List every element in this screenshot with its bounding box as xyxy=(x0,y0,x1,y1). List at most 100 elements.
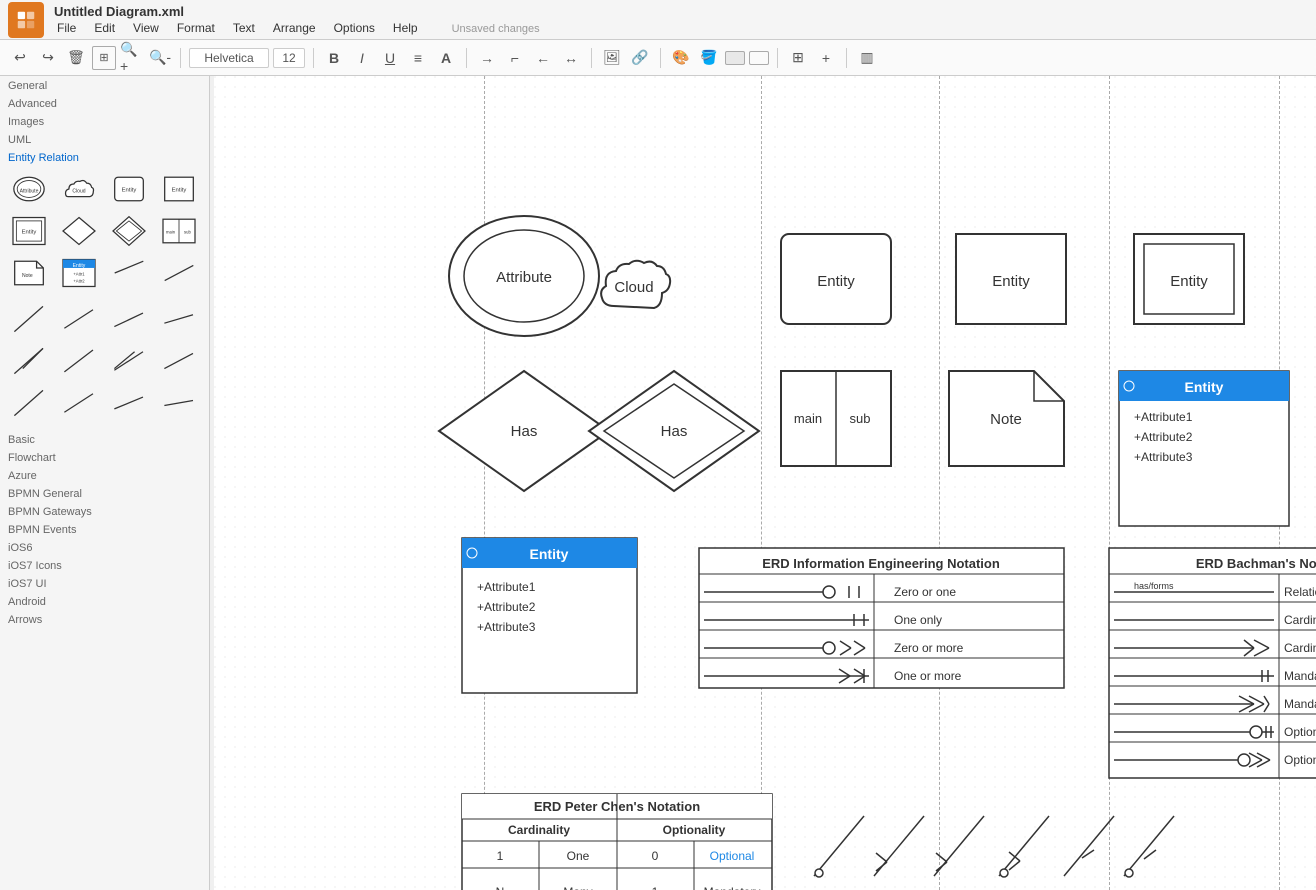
svg-text:Entity: Entity xyxy=(992,273,1030,290)
menu-file[interactable]: File xyxy=(54,20,79,36)
shape-diag-line2[interactable] xyxy=(58,300,100,338)
shape-diag-line8[interactable] xyxy=(158,342,200,380)
sep6 xyxy=(777,48,778,68)
arrow-right-button[interactable]: → xyxy=(475,46,499,70)
bold-button[interactable]: B xyxy=(322,46,346,70)
title-area: Untitled Diagram.xml File Edit View Form… xyxy=(54,4,543,36)
svg-text:Has: Has xyxy=(661,423,688,440)
sidebar-advanced-title[interactable]: Advanced xyxy=(0,94,209,112)
shape-entity-blue[interactable]: Entity +Attr1 +Attr2 xyxy=(58,254,100,292)
canvas[interactable]: Attribute Cloud Entity Entity Entity Has xyxy=(214,76,1316,890)
elbow-button[interactable]: ⌐ xyxy=(503,46,527,70)
shape-diag-line1[interactable] xyxy=(8,300,50,338)
shape-diag-line12[interactable] xyxy=(158,384,200,422)
svg-text:ERD Information Engineering No: ERD Information Engineering Notation xyxy=(762,556,1000,571)
menu-help[interactable]: Help xyxy=(390,20,421,36)
menu-text[interactable]: Text xyxy=(230,20,258,36)
shape-diag-line4[interactable] xyxy=(158,300,200,338)
svg-text:Entity: Entity xyxy=(172,188,187,194)
shape-diamond[interactable] xyxy=(58,212,100,250)
sidebar-images-title[interactable]: Images xyxy=(0,112,209,130)
shape-line[interactable] xyxy=(108,254,150,292)
image-button[interactable]: 🖼 xyxy=(600,46,624,70)
sidebar-flowchart-title[interactable]: Flowchart xyxy=(0,448,209,466)
grid-button[interactable]: ⊞ xyxy=(786,46,810,70)
zoom-in-button[interactable]: 🔍+ xyxy=(120,46,144,70)
sep7 xyxy=(846,48,847,68)
shape-diag-line10[interactable] xyxy=(58,384,100,422)
svg-text:Mandatory, Many: Mandatory, Many xyxy=(1284,697,1316,711)
shape-diag-line5[interactable] xyxy=(8,342,50,380)
delete-button[interactable]: 🗑 xyxy=(64,46,88,70)
font-color-button[interactable]: A xyxy=(434,46,458,70)
sidebar-general-title[interactable]: General xyxy=(0,76,209,94)
menu-format[interactable]: Format xyxy=(174,20,218,36)
sidebar-ios7-ui-title[interactable]: iOS7 UI xyxy=(0,574,209,592)
sidebar-bpmn-general-title[interactable]: BPMN General xyxy=(0,484,209,502)
font-size-input[interactable]: 12 xyxy=(273,48,305,68)
arrow-left-button[interactable]: ← xyxy=(531,46,555,70)
shape-note[interactable]: Note xyxy=(8,254,50,292)
shape-diag-line3[interactable] xyxy=(108,300,150,338)
menu-arrange[interactable]: Arrange xyxy=(270,20,319,36)
fill-color-button[interactable]: 🎨 xyxy=(669,46,693,70)
svg-text:Entity: Entity xyxy=(22,230,37,236)
diagram-svg: Attribute Cloud Entity Entity Entity Has xyxy=(214,76,1316,890)
svg-text:+Attribute1: +Attribute1 xyxy=(477,580,536,594)
menu-options[interactable]: Options xyxy=(331,20,378,36)
shape-diag-line6[interactable] xyxy=(58,342,100,380)
shape-border-button[interactable] xyxy=(749,51,769,65)
shape-attribute[interactable]: Attribute xyxy=(8,170,50,208)
sidebar-bpmn-gateways-title[interactable]: BPMN Gateways xyxy=(0,502,209,520)
svg-text:main: main xyxy=(794,411,822,426)
underline-button[interactable]: U xyxy=(378,46,402,70)
undo-button[interactable]: ↩ xyxy=(8,46,32,70)
arrow-both-button[interactable]: ↔ xyxy=(559,46,583,70)
menu-bar: File Edit View Format Text Arrange Optio… xyxy=(54,20,543,36)
svg-text:has/forms: has/forms xyxy=(1134,581,1174,591)
font-selector[interactable]: Helvetica xyxy=(189,48,269,68)
svg-text:Mandatory: Mandatory xyxy=(704,885,761,890)
shape-line2[interactable] xyxy=(158,254,200,292)
shape-diamond-double[interactable] xyxy=(108,212,150,250)
sidebar-bpmn-events-title[interactable]: BPMN Events xyxy=(0,520,209,538)
shape-entity-square[interactable]: Entity xyxy=(158,170,200,208)
svg-text:Optionality: Optionality xyxy=(663,823,726,837)
fit-page-button[interactable]: ⊞ xyxy=(92,46,116,70)
shape-entity-rounded[interactable]: Entity xyxy=(108,170,150,208)
svg-text:Optional, One: Optional, One xyxy=(1284,725,1316,739)
italic-button[interactable]: I xyxy=(350,46,374,70)
sidebar-azure-title[interactable]: Azure xyxy=(0,466,209,484)
svg-text:Attribute: Attribute xyxy=(20,188,39,194)
sidebar-ios7-icons-title[interactable]: iOS7 Icons xyxy=(0,556,209,574)
shape-entity-double[interactable]: Entity xyxy=(8,212,50,250)
shape-fill-button[interactable] xyxy=(725,51,745,65)
shape-diag-line9[interactable] xyxy=(8,384,50,422)
shape-diag-line11[interactable] xyxy=(108,384,150,422)
svg-text:N: N xyxy=(496,885,505,890)
paint-bucket-button[interactable]: 🪣 xyxy=(697,46,721,70)
sidebar-uml-title[interactable]: UML xyxy=(0,130,209,148)
menu-view[interactable]: View xyxy=(130,20,162,36)
sidebar-basic-title[interactable]: Basic xyxy=(0,430,209,448)
svg-text:Cardinality: Cardinality xyxy=(508,823,570,837)
main-area: General Advanced Images UML Entity Relat… xyxy=(0,76,1316,890)
shape-diag-line7[interactable] xyxy=(108,342,150,380)
svg-text:sub: sub xyxy=(184,230,191,235)
svg-text:Entity: Entity xyxy=(1185,379,1224,395)
redo-button[interactable]: ↪ xyxy=(36,46,60,70)
shape-cloud[interactable]: Cloud xyxy=(58,170,100,208)
add-button[interactable]: + xyxy=(814,46,838,70)
sidebar-android-title[interactable]: Android xyxy=(0,592,209,610)
shape-split[interactable]: main sub xyxy=(158,212,200,250)
panel-button[interactable]: ▥ xyxy=(855,46,879,70)
zoom-out-button[interactable]: 🔍- xyxy=(148,46,172,70)
svg-text:Entity: Entity xyxy=(1170,273,1208,290)
sidebar-arrows-title[interactable]: Arrows xyxy=(0,610,209,628)
link-button[interactable]: 🔗 xyxy=(628,46,652,70)
align-button[interactable]: ≡ xyxy=(406,46,430,70)
sidebar-ios6-title[interactable]: iOS6 xyxy=(0,538,209,556)
menu-edit[interactable]: Edit xyxy=(91,20,118,36)
svg-text:+Attribute3: +Attribute3 xyxy=(477,620,536,634)
svg-text:1: 1 xyxy=(652,885,659,890)
